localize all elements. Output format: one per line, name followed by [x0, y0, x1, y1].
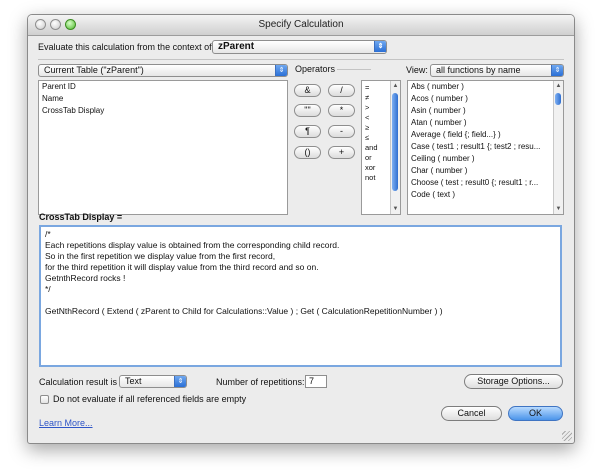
operators-list[interactable]: = ≠ > < ≥ ≤ and or xor not ▲ ▼	[361, 80, 401, 215]
formula-line: GetNthRecord ( Extend ( zParent to Child…	[45, 306, 443, 316]
function-item[interactable]: Acos ( number )	[408, 93, 563, 105]
cancel-button[interactable]: Cancel	[441, 406, 502, 421]
do-not-evaluate-checkbox[interactable]	[40, 395, 49, 404]
specify-calculation-dialog: Specify Calculation Evaluate this calcul…	[27, 14, 575, 444]
scroll-thumb[interactable]	[392, 93, 398, 191]
popup-arrow-icon: ⇕	[374, 41, 386, 52]
separator	[38, 59, 564, 60]
functions-list[interactable]: Abs ( number ) Acos ( number ) Asin ( nu…	[407, 80, 564, 215]
resize-grip-icon[interactable]	[562, 431, 572, 441]
scroll-up-icon[interactable]: ▲	[554, 82, 563, 90]
function-item[interactable]: Choose ( test ; result0 {; result1 ; r..…	[408, 177, 563, 189]
operators-label: Operators	[295, 64, 336, 74]
formula-line: for the third repetition it will display…	[45, 262, 319, 272]
function-view-popup[interactable]: all functions by name ⇕	[430, 64, 564, 77]
context-selected: zParent	[218, 41, 255, 52]
formula-line: GetnthRecord rocks !	[45, 273, 126, 283]
fields-list[interactable]: Parent ID Name CrossTab Display	[38, 80, 288, 215]
function-item[interactable]: Case ( test1 ; result1 {; test2 ; resu..…	[408, 141, 563, 153]
scroll-thumb[interactable]	[555, 93, 561, 105]
view-selected: all functions by name	[436, 65, 521, 75]
field-item[interactable]: Name	[39, 93, 287, 105]
formula-line: */	[45, 284, 51, 294]
function-item[interactable]: Asin ( number )	[408, 105, 563, 117]
scroll-down-icon[interactable]: ▼	[391, 205, 400, 213]
result-type-popup[interactable]: Text ⇕	[119, 375, 187, 388]
formula-line: So in the first repetition we display va…	[45, 251, 276, 261]
calculation-field-label: CrossTab Display =	[39, 212, 123, 222]
result-type-label: Calculation result is	[39, 377, 118, 387]
title-bar: Specify Calculation	[28, 15, 574, 36]
function-item[interactable]: Char ( number )	[408, 165, 563, 177]
operator-button-plus[interactable]: +	[328, 146, 355, 159]
popup-arrow-icon: ⇕	[551, 65, 563, 76]
table-selected: Current Table ("zParent")	[44, 65, 144, 75]
functions-scrollbar[interactable]: ▲ ▼	[553, 81, 563, 214]
popup-arrow-icon: ⇕	[275, 65, 287, 76]
learn-more-link[interactable]: Learn More...	[39, 418, 93, 428]
ok-button[interactable]: OK	[508, 406, 563, 421]
do-not-evaluate-label: Do not evaluate if all referenced fields…	[53, 394, 247, 404]
operators-scrollbar[interactable]: ▲ ▼	[390, 81, 400, 214]
table-popup[interactable]: Current Table ("zParent") ⇕	[38, 64, 288, 77]
function-item[interactable]: Average ( field {; field...} )	[408, 129, 563, 141]
repetitions-field[interactable]: 7	[305, 375, 327, 388]
view-label: View:	[406, 65, 428, 75]
operator-button-parens[interactable]: ()	[294, 146, 321, 159]
scroll-down-icon[interactable]: ▼	[554, 205, 563, 213]
function-item[interactable]: Ceiling ( number )	[408, 153, 563, 165]
field-item[interactable]: Parent ID	[39, 81, 287, 93]
operator-button-pilcrow[interactable]: ¶	[294, 125, 321, 138]
operator-button-quotes[interactable]: ""	[294, 104, 321, 117]
scroll-up-icon[interactable]: ▲	[391, 82, 400, 90]
context-popup[interactable]: zParent ⇕	[212, 40, 387, 54]
function-item[interactable]: Atan ( number )	[408, 117, 563, 129]
operator-button-multiply[interactable]: *	[328, 104, 355, 117]
result-type-selected: Text	[125, 376, 142, 386]
formula-line	[45, 295, 556, 306]
formula-editor[interactable]: /* Each repetitions display value is obt…	[39, 225, 562, 367]
formula-line: Each repetitions display value is obtain…	[45, 240, 340, 250]
function-item[interactable]: Code ( text )	[408, 189, 563, 201]
separator	[337, 69, 371, 70]
popup-arrow-icon: ⇕	[174, 376, 186, 387]
formula-line: /*	[45, 229, 51, 239]
window-title: Specify Calculation	[258, 19, 344, 30]
operator-button-minus[interactable]: -	[328, 125, 355, 138]
operator-button-concat[interactable]: &	[294, 84, 321, 97]
function-item[interactable]: Abs ( number )	[408, 81, 563, 93]
context-label: Evaluate this calculation from the conte…	[38, 42, 215, 52]
operator-button-divide[interactable]: /	[328, 84, 355, 97]
field-item[interactable]: CrossTab Display	[39, 105, 287, 117]
storage-options-button[interactable]: Storage Options...	[464, 374, 563, 389]
repetitions-label: Number of repetitions:	[216, 377, 305, 387]
